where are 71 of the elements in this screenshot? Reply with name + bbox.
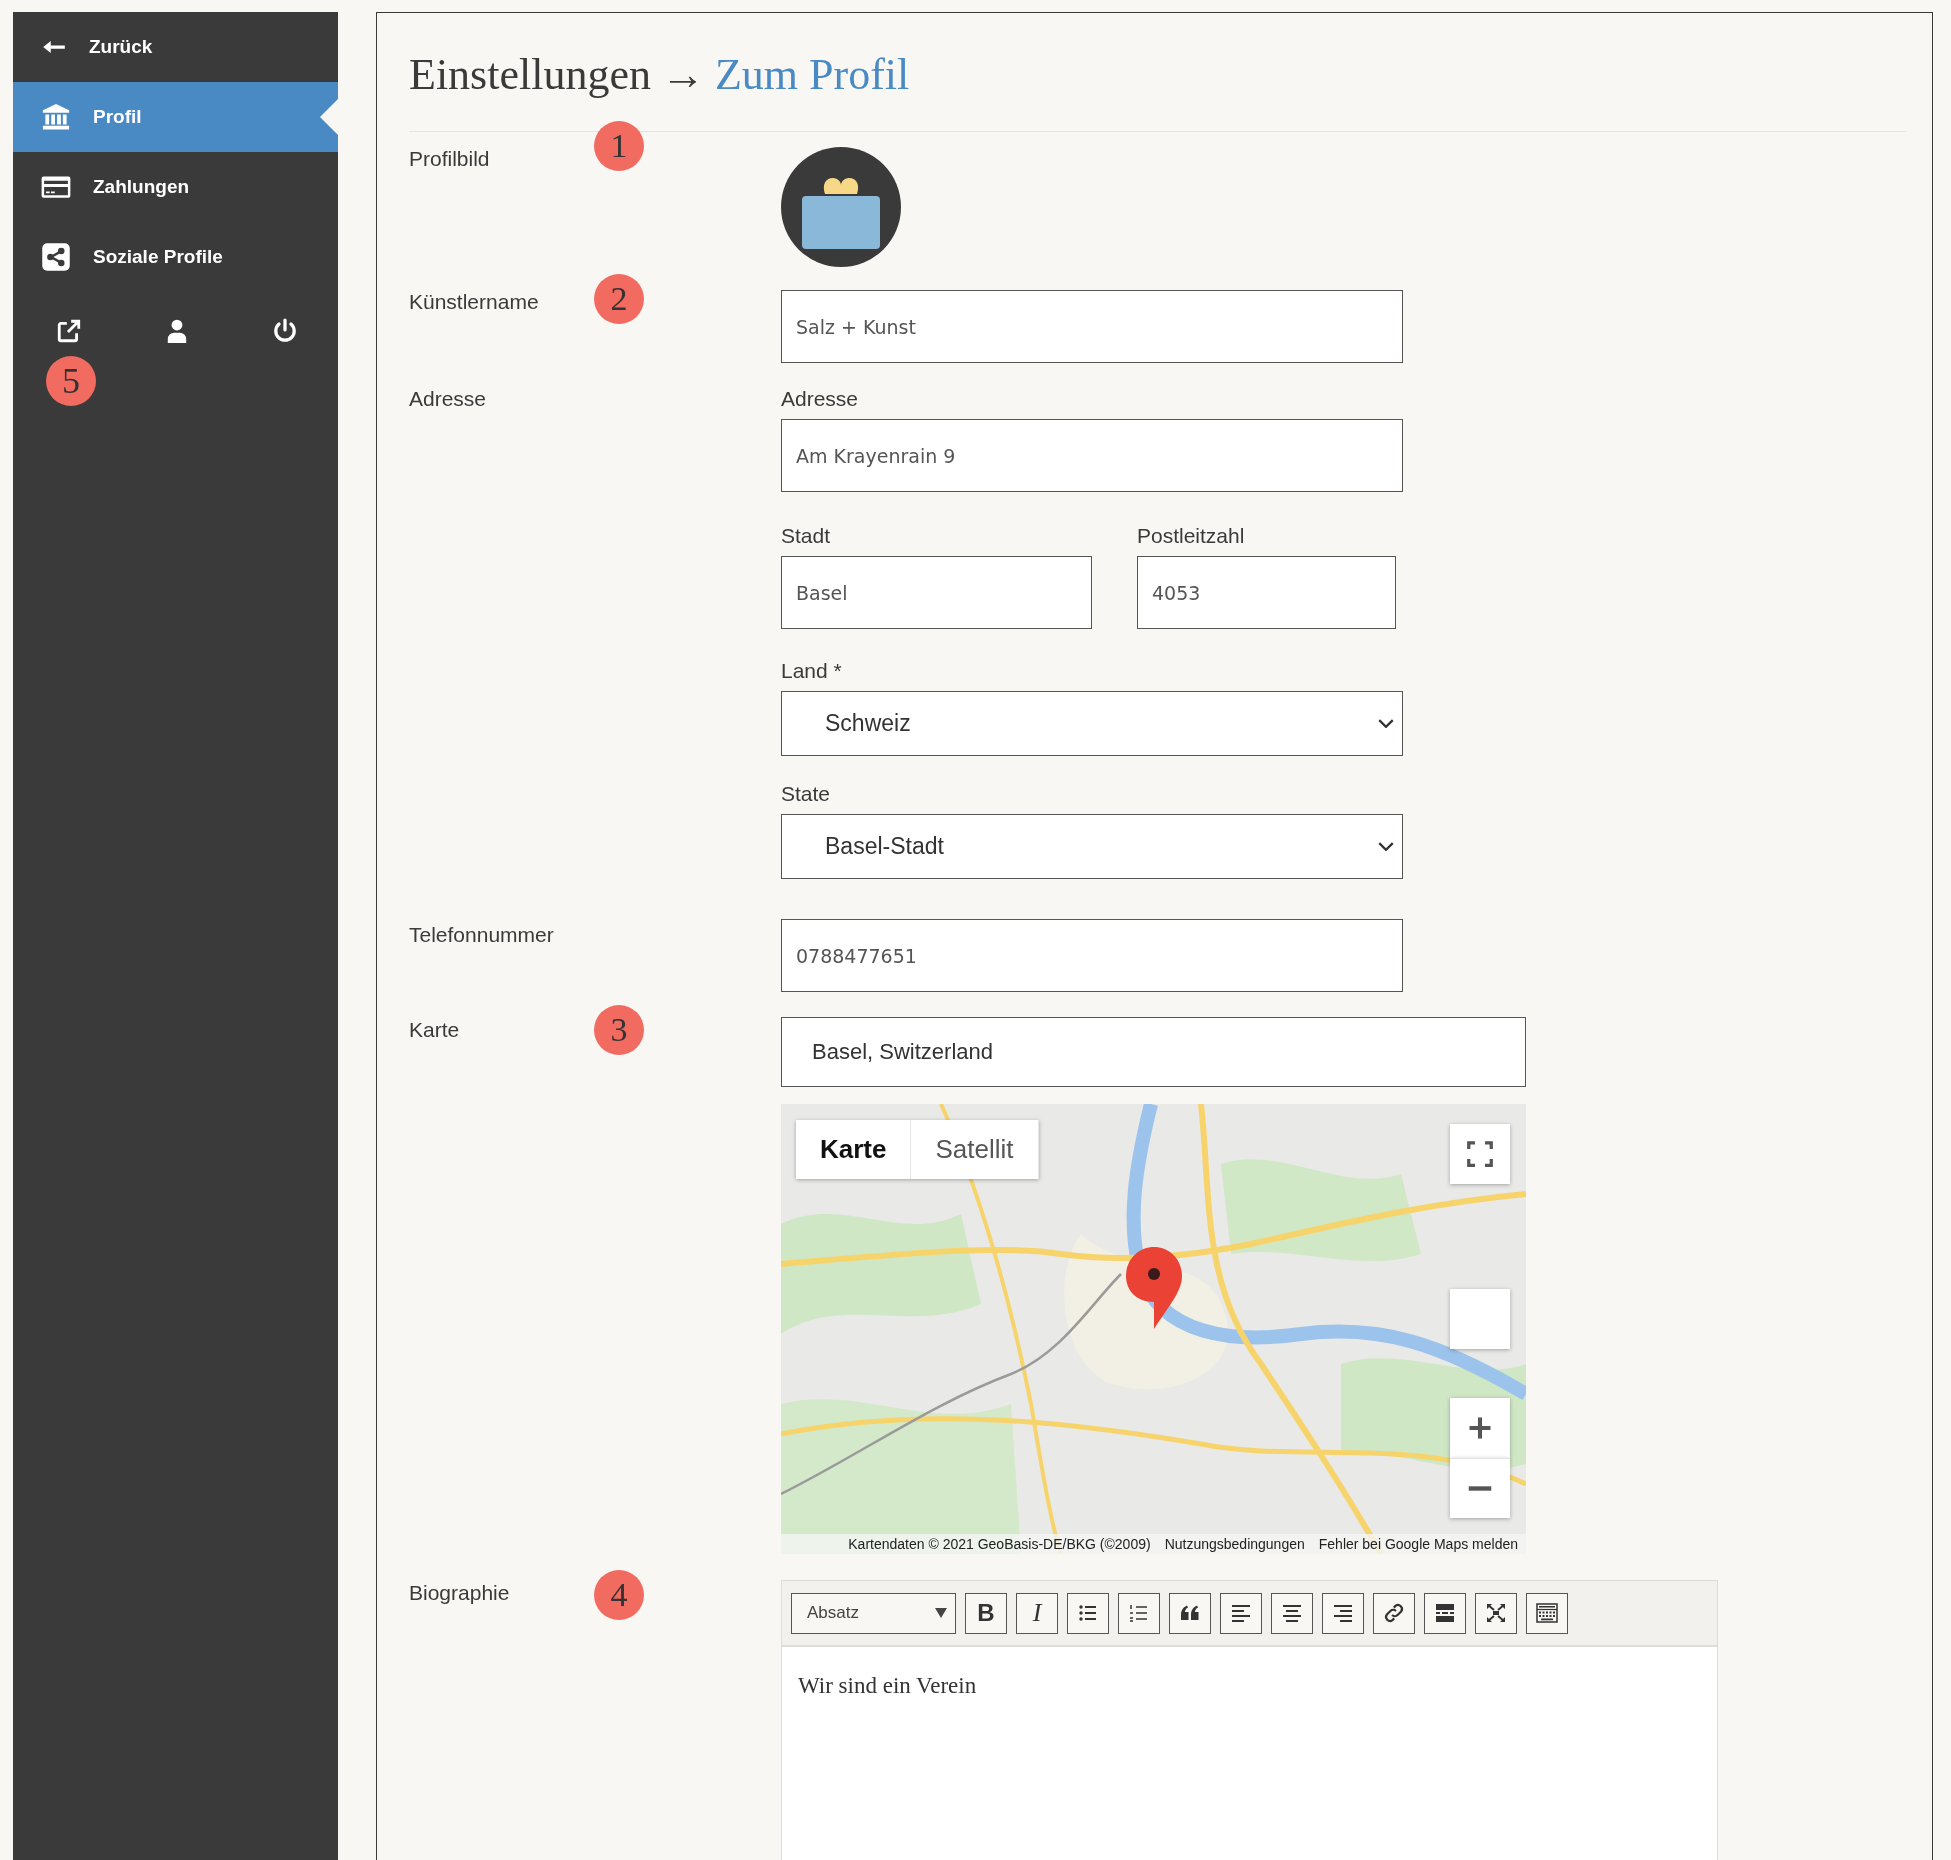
avatar-icon bbox=[781, 147, 901, 267]
horizontal-rule-button[interactable] bbox=[1424, 1592, 1466, 1634]
map-type-tab[interactable]: Satellit bbox=[911, 1120, 1039, 1179]
align-left-button[interactable] bbox=[1220, 1592, 1262, 1634]
numbered-list-button[interactable] bbox=[1118, 1592, 1160, 1634]
link-icon bbox=[1382, 1601, 1406, 1625]
chevron-icon bbox=[1378, 842, 1394, 851]
step-badge: 2 bbox=[594, 274, 644, 324]
power-icon[interactable] bbox=[272, 318, 298, 344]
sidebar-item-label: Soziale Profile bbox=[93, 246, 223, 268]
field-label: Land * bbox=[781, 659, 843, 683]
location-search-field[interactable]: Basel, Switzerland bbox=[781, 1017, 1526, 1087]
biography-text: Wir sind ein Verein bbox=[798, 1673, 978, 1699]
sidebar-item-label: Zahlungen bbox=[93, 176, 190, 198]
keyboard-icon bbox=[1535, 1601, 1559, 1625]
field-label: Karte bbox=[409, 1017, 461, 1042]
sidebar-item-label: Zurück bbox=[89, 36, 153, 58]
align-right-button[interactable] bbox=[1322, 1592, 1364, 1634]
selection-notch bbox=[320, 99, 338, 135]
field-label: Biographie bbox=[409, 1580, 511, 1605]
external-link-icon[interactable] bbox=[56, 318, 82, 344]
sidebar-item[interactable]: Zurück bbox=[13, 12, 338, 82]
italic-button[interactable]: I bbox=[1016, 1592, 1058, 1634]
format-dropdown[interactable]: Absatz bbox=[791, 1592, 956, 1634]
field-label: Adresse bbox=[409, 387, 488, 411]
step-badge: 1 bbox=[594, 121, 644, 171]
field-label: Telefonnummer bbox=[409, 922, 555, 947]
field-label: Profilbild bbox=[409, 146, 491, 171]
artist-name-field[interactable]: Salz + Kunst bbox=[781, 290, 1403, 363]
link-button[interactable] bbox=[1373, 1592, 1415, 1634]
page-title: Einstellungen bbox=[409, 49, 651, 100]
sidebar-item[interactable]: Soziale Profile bbox=[13, 222, 338, 292]
minus-icon bbox=[1467, 1486, 1493, 1491]
share-icon bbox=[41, 242, 71, 272]
city-field[interactable]: Basel bbox=[781, 556, 1092, 629]
phone-field[interactable]: 0788477651 bbox=[781, 919, 1403, 992]
fullscreen-icon bbox=[1465, 1139, 1495, 1169]
fullscreen-button[interactable] bbox=[1475, 1592, 1517, 1634]
map-attribution: Kartendaten © 2021 GeoBasis-DE/BKG (©2009) bbox=[848, 1536, 1151, 1552]
quote-button[interactable] bbox=[1169, 1592, 1211, 1634]
arrow-separator: → bbox=[660, 49, 705, 100]
field-label: Künstlername bbox=[409, 290, 540, 314]
map-type-tab[interactable]: Karte bbox=[796, 1120, 912, 1179]
chevron-icon bbox=[1378, 719, 1394, 728]
country-select[interactable]: Schweiz bbox=[781, 691, 1403, 756]
state-select[interactable]: Basel-Stadt bbox=[781, 814, 1403, 879]
align-center-button[interactable] bbox=[1271, 1592, 1313, 1634]
fullscreen-icon bbox=[1484, 1601, 1508, 1625]
bank-icon bbox=[41, 102, 71, 132]
map-link[interactable]: Fehler bei Google Maps melden bbox=[1318, 1536, 1518, 1552]
zoom-in-button[interactable] bbox=[1450, 1398, 1510, 1458]
field-label: State bbox=[781, 782, 832, 806]
sidebar-item[interactable]: Profil bbox=[13, 82, 338, 152]
postcode-field[interactable]: 4053 bbox=[1137, 556, 1396, 629]
bullet-list-button[interactable] bbox=[1067, 1592, 1109, 1634]
step-badge: 4 bbox=[594, 1570, 644, 1620]
map-link[interactable]: Nutzungsbedingungen bbox=[1164, 1536, 1305, 1552]
sidebar-item-label: Profil bbox=[93, 106, 142, 128]
bold-button[interactable]: B bbox=[965, 1592, 1007, 1634]
horizontal-rule-icon bbox=[1433, 1601, 1457, 1625]
step-badge: 5 bbox=[46, 356, 96, 406]
dropdown-arrow-icon bbox=[935, 1608, 947, 1618]
field-label: Postleitzahl bbox=[1137, 524, 1246, 548]
fullscreen-button[interactable] bbox=[1450, 1124, 1510, 1184]
zoom-out-button[interactable] bbox=[1450, 1458, 1510, 1518]
field-label: Stadt bbox=[781, 524, 832, 548]
step-badge: 3 bbox=[594, 1005, 644, 1055]
keyboard-button[interactable] bbox=[1526, 1592, 1568, 1634]
street-field[interactable]: Am Krayenrain 9 bbox=[781, 419, 1403, 492]
field-label: Adresse bbox=[781, 387, 860, 411]
sidebar-item[interactable]: Zahlungen bbox=[13, 152, 338, 222]
